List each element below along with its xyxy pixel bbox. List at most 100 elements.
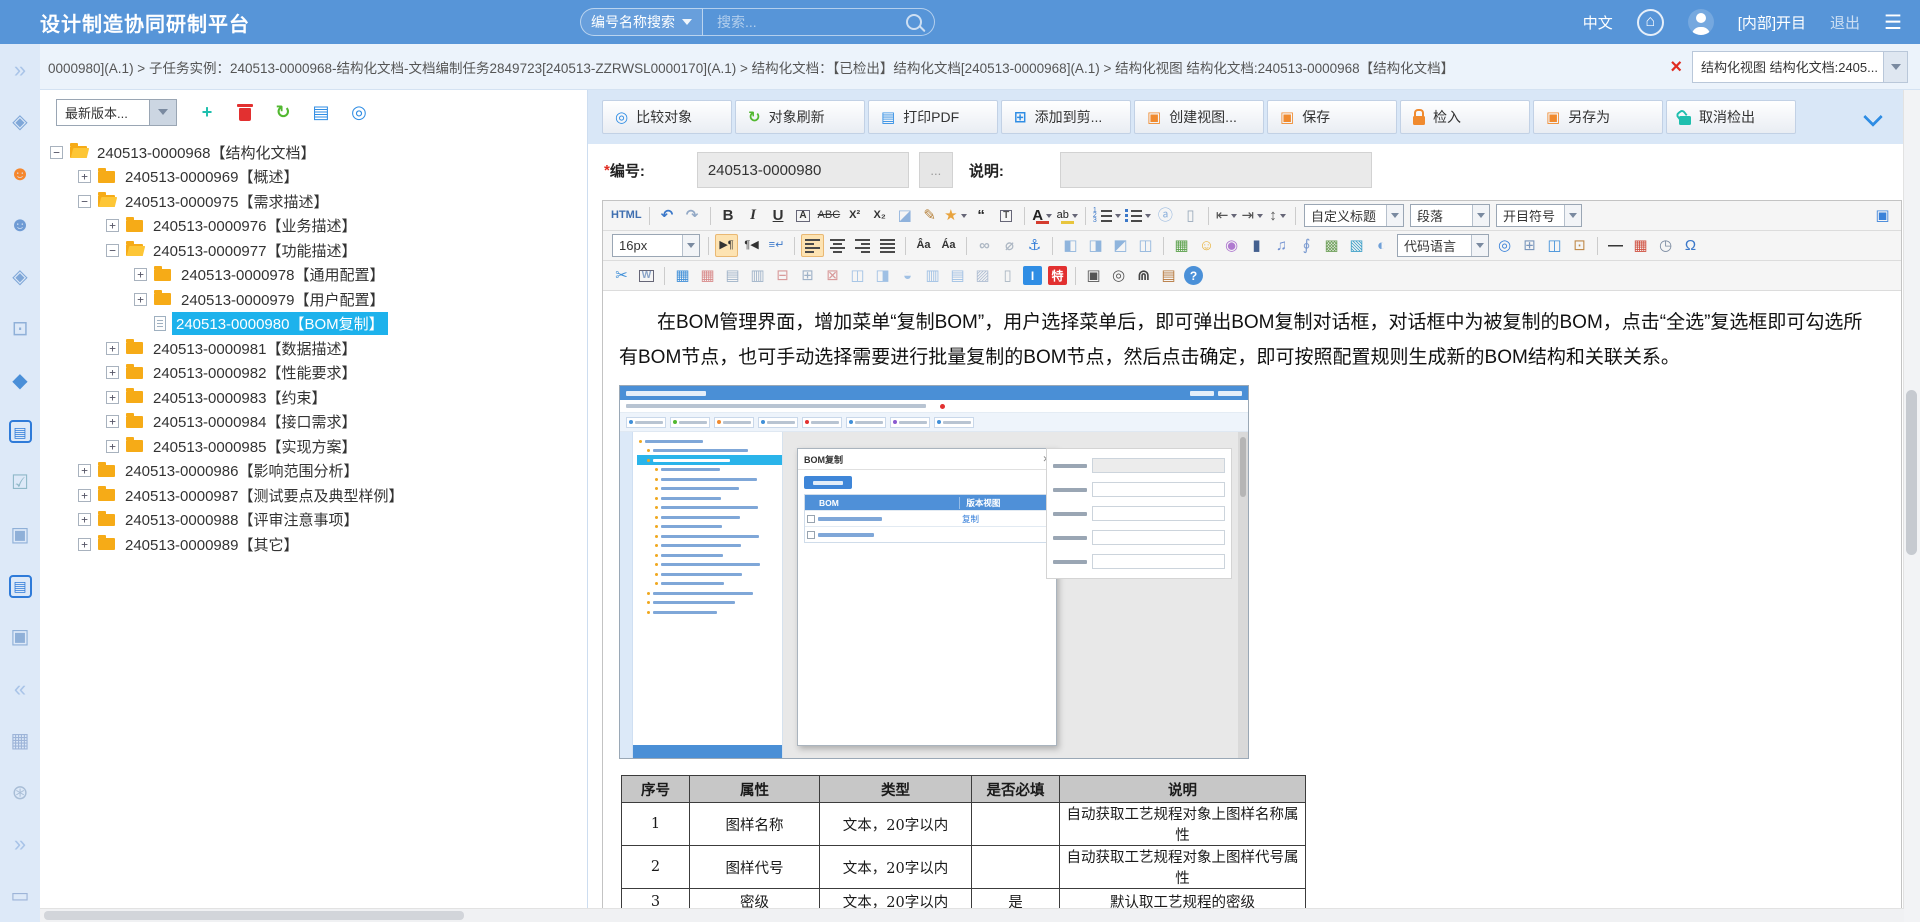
version-dropdown-caret[interactable] — [150, 99, 177, 126]
tree-node-label[interactable]: 240513-0000987【测试要点及典型样例】 — [121, 484, 407, 507]
tree-expand-icon[interactable]: + — [134, 293, 147, 306]
save-as-button[interactable]: ▣另存为 — [1533, 100, 1663, 134]
tree-node-label[interactable]: 240513-0000980【BOM复制】 — [172, 312, 388, 335]
expand-right-icon[interactable]: » — [8, 58, 32, 82]
align-justify-icon[interactable] — [876, 234, 899, 257]
tree-node-label[interactable]: 240513-0000988【评审注意事项】 — [121, 508, 362, 531]
tree-node[interactable]: +240513-0000989【其它】 — [48, 532, 587, 557]
checklist-icon[interactable]: ☑ — [8, 471, 32, 495]
new-page-icon[interactable]: ▯ — [1179, 204, 1202, 227]
paragraph-indent-icon[interactable]: ⇥ — [1240, 204, 1264, 227]
new-document-icon[interactable]: ▤ — [311, 102, 331, 122]
tree-node-label[interactable]: 240513-0000979【用户配置】 — [177, 288, 388, 311]
format-brush-icon[interactable]: ✎ — [918, 204, 941, 227]
tree-node[interactable]: +240513-0000984【接口需求】 — [48, 410, 587, 435]
dropdown-caret-icon[interactable] — [1386, 205, 1403, 226]
language-switch[interactable]: 中文 — [1583, 12, 1613, 33]
more-toolbar-chevron[interactable] — [1866, 110, 1906, 124]
clear-float-icon[interactable]: ◫ — [1134, 234, 1157, 257]
horizontal-scrollbar[interactable] — [40, 908, 1904, 922]
tree-node-label[interactable]: 240513-0000977【功能描述】 — [149, 239, 360, 262]
link-icon[interactable]: ∞ — [973, 234, 996, 257]
delete-icon[interactable] — [235, 102, 255, 122]
insert-row-icon[interactable]: ⊟ — [771, 264, 794, 287]
dropdown-caret-icon[interactable] — [1472, 205, 1489, 226]
text-wrap-icon[interactable]: ≡↵ — [765, 234, 788, 257]
logout-button[interactable]: 退出 — [1830, 12, 1860, 33]
anchor-icon[interactable]: ⚓ — [1023, 234, 1046, 257]
tree-expand-icon[interactable]: + — [78, 513, 91, 526]
italic-icon[interactable]: I — [742, 204, 765, 227]
merge-down-icon[interactable]: ◒ — [896, 264, 919, 287]
collapse-left-icon[interactable]: « — [8, 677, 32, 701]
absolute-position-icon[interactable]: ◩ — [1109, 234, 1132, 257]
tree-expand-icon[interactable]: + — [106, 415, 119, 428]
underline-icon[interactable]: U — [767, 204, 790, 227]
layout-columns-icon[interactable]: ◫ — [1543, 234, 1566, 257]
rtl-paragraph-icon[interactable]: ¶◀ — [740, 234, 763, 257]
tree-expand-icon[interactable]: + — [78, 489, 91, 502]
tree-expand-icon[interactable]: + — [78, 170, 91, 183]
description-field[interactable] — [1060, 152, 1372, 188]
print-pdf-button[interactable]: ▤打印PDF — [868, 100, 998, 134]
calendar-icon[interactable]: ▦ — [1629, 234, 1652, 257]
module-cube-icon[interactable]: ◈ — [8, 110, 32, 134]
menu-icon[interactable]: ☰ — [1884, 10, 1902, 35]
compare-object-button[interactable]: ◎比较对象 — [602, 100, 732, 134]
tree-expand-icon[interactable]: + — [78, 538, 91, 551]
paste-icon[interactable]: ▤ — [1157, 264, 1180, 287]
tree-node-label[interactable]: 240513-0000969【概述】 — [121, 165, 302, 188]
superscript-icon[interactable]: X² — [843, 204, 866, 227]
music-icon[interactable]: ♫ — [1270, 234, 1293, 257]
float-left-icon[interactable]: ◧ — [1059, 234, 1082, 257]
tree-node[interactable]: +240513-0000979【用户配置】 — [48, 287, 587, 312]
tree-node-label[interactable]: 240513-0000989【其它】 — [121, 533, 302, 556]
cell-properties-icon[interactable]: ▥ — [746, 264, 769, 287]
paste-image-icon[interactable]: ⊡ — [1568, 234, 1591, 257]
kaimu-symbol-select[interactable]: 开目符号 — [1496, 204, 1582, 227]
check-in-button[interactable]: 检入 — [1400, 100, 1530, 134]
fullscreen-icon[interactable]: ▣ — [1871, 204, 1894, 227]
tree-node[interactable]: +240513-0000982【性能要求】 — [48, 361, 587, 386]
palette-icon[interactable]: ◉ — [1220, 234, 1243, 257]
save-button[interactable]: ▣保存 — [1267, 100, 1397, 134]
horizontal-rule-icon[interactable]: — — [1604, 234, 1627, 257]
page-properties-icon[interactable]: ▯ — [996, 264, 1019, 287]
cancel-checkout-button[interactable]: 取消检出 — [1666, 100, 1796, 134]
refresh-object-button[interactable]: ↻对象刷新 — [735, 100, 865, 134]
insert-table-icon[interactable]: ▦ — [671, 264, 694, 287]
refresh-icon[interactable]: ↻ — [273, 102, 293, 122]
screen-capture-icon[interactable]: ✂ — [610, 264, 633, 287]
print-icon[interactable]: ▣ — [1082, 264, 1105, 287]
tree-node[interactable]: +240513-0000969【概述】 — [48, 165, 587, 190]
tree-node-label[interactable]: 240513-0000968【结构化文档】 — [93, 141, 319, 164]
align-center-icon[interactable] — [826, 234, 849, 257]
video-icon[interactable]: ▮ — [1245, 234, 1268, 257]
user-edit-icon[interactable]: ☻ — [8, 213, 32, 237]
tree-node-label[interactable]: 240513-0000985【实现方案】 — [149, 435, 360, 458]
magic-color-icon[interactable]: ★ — [943, 204, 967, 227]
merge-cells-icon[interactable]: ◫ — [846, 264, 869, 287]
ordered-list-icon[interactable]: 123 — [1092, 204, 1122, 227]
tree-expand-icon[interactable]: + — [106, 342, 119, 355]
tree-node-label[interactable]: 240513-0000975【需求描述】 — [121, 190, 332, 213]
add-structure-icon[interactable]: + — [197, 102, 217, 122]
tree-node[interactable]: +240513-0000988【评审注意事项】 — [48, 508, 587, 533]
dropdown-caret-icon[interactable] — [1564, 205, 1581, 226]
tree-node-label[interactable]: 240513-0000981【数据描述】 — [149, 337, 360, 360]
search-document-icon[interactable]: ◎ — [349, 102, 369, 122]
delete-table-icon[interactable]: ▦ — [696, 264, 719, 287]
layers-icon[interactable]: ⊡ — [8, 317, 32, 341]
tree-expand-icon[interactable]: + — [78, 464, 91, 477]
tree-node[interactable]: +240513-0000978【通用配置】 — [48, 263, 587, 288]
editor-content[interactable]: 在BOM管理界面，增加菜单“复制BOM”，用户选择菜单后，即可弹出BOM复制对话… — [603, 291, 1901, 921]
version-dropdown[interactable]: 最新版本... — [56, 99, 177, 126]
tree-node[interactable]: +240513-0000981【数据描述】 — [48, 336, 587, 361]
help-icon[interactable]: ? — [1182, 264, 1205, 287]
eraser-icon[interactable]: ◪ — [893, 204, 916, 227]
tree-node-label[interactable]: 240513-0000978【通用配置】 — [177, 263, 388, 286]
lowercase-icon[interactable]: Áa — [937, 234, 960, 257]
account-name[interactable]: [内部]开目 — [1738, 12, 1806, 33]
omega-symbol-icon[interactable]: Ω — [1679, 234, 1702, 257]
split-horizontal-icon[interactable]: ▥ — [921, 264, 944, 287]
